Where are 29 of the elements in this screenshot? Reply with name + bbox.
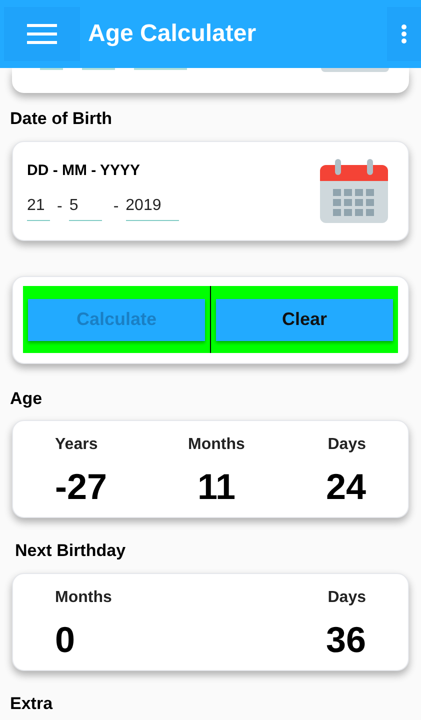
- year-field[interactable]: 2019: [126, 194, 179, 222]
- section-title: Extra: [9, 692, 54, 714]
- app-title: Age Calculater: [88, 19, 256, 49]
- field-underline: [40, 68, 63, 70]
- stat-value: 36: [326, 622, 366, 658]
- stat-value: 11: [197, 469, 236, 505]
- menu-button[interactable]: [4, 7, 80, 61]
- month-field[interactable]: 5: [69, 194, 102, 222]
- stat-value: 24: [326, 469, 366, 505]
- field-underline: [82, 68, 115, 70]
- separator: -: [113, 197, 119, 218]
- more-button[interactable]: [387, 7, 421, 61]
- day-field[interactable]: 21: [27, 194, 50, 222]
- stat-label: Months: [55, 588, 112, 608]
- stat-label: Years: [55, 435, 98, 455]
- section-title: Age: [9, 388, 44, 410]
- stat-value: 0: [55, 622, 76, 658]
- section-title: Date of Birth: [9, 108, 113, 130]
- separator: -: [57, 197, 62, 218]
- field-underline: [134, 68, 187, 70]
- section-title: Next Birthday: [14, 540, 127, 562]
- date-format-label: DD - MM - YYYY: [27, 160, 142, 181]
- action-button[interactable]: Clear: [216, 298, 393, 340]
- more-icon: [401, 24, 407, 44]
- menu-icon: [27, 24, 57, 44]
- stat-label: Months: [188, 435, 245, 455]
- stat-value: -27: [55, 469, 108, 505]
- stat-label: Days: [328, 588, 366, 608]
- stat-label: Days: [328, 435, 366, 455]
